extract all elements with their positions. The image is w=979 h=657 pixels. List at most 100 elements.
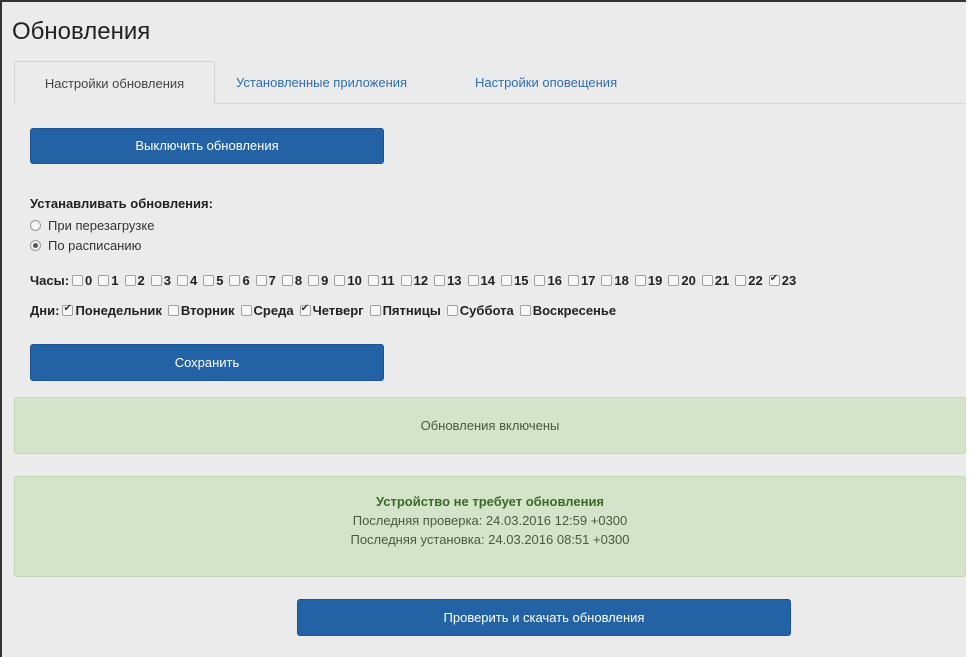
- checkbox[interactable]: [281, 275, 293, 286]
- checkbox[interactable]: [601, 275, 613, 286]
- day-checkbox-item[interactable]: Пятницы: [369, 303, 441, 318]
- checkbox[interactable]: [369, 305, 381, 316]
- day-checkbox-item[interactable]: Суббота: [446, 303, 514, 318]
- checkbox[interactable]: [467, 275, 479, 286]
- hour-checkbox-item[interactable]: 8: [281, 273, 303, 288]
- updates-enabled-alert: Обновления включены: [14, 397, 966, 454]
- checkbox-label: 23: [781, 273, 797, 288]
- checkbox[interactable]: [299, 303, 311, 316]
- checkbox[interactable]: [72, 275, 84, 286]
- hour-checkbox-item[interactable]: 0: [72, 273, 92, 288]
- checkbox-label: 20: [681, 273, 696, 288]
- checkbox[interactable]: [634, 275, 646, 286]
- checkbox[interactable]: [176, 275, 188, 286]
- checkbox-label: 5: [216, 273, 224, 288]
- checkbox-label: 11: [380, 273, 395, 288]
- checkbox-label: 2: [137, 273, 145, 288]
- checkbox-label: 18: [614, 273, 629, 288]
- hour-checkbox-item[interactable]: 9: [308, 273, 328, 288]
- radio-on-reboot[interactable]: При перезагрузке: [30, 218, 154, 233]
- checkbox[interactable]: [150, 275, 162, 286]
- checkbox-label: 16: [547, 273, 562, 288]
- checkbox[interactable]: [203, 275, 215, 286]
- checkbox[interactable]: [434, 275, 446, 286]
- checkbox[interactable]: [768, 273, 780, 286]
- radio-on-schedule[interactable]: По расписанию: [30, 238, 141, 253]
- hour-checkbox-item[interactable]: 17: [567, 273, 596, 288]
- checkbox[interactable]: [367, 275, 379, 286]
- hour-checkbox-item[interactable]: 18: [601, 273, 629, 288]
- checkbox[interactable]: [735, 275, 747, 286]
- days-row: Дни: Понедельник Вторник Среда Четверг Пятни…: [30, 303, 622, 318]
- checkbox-label: 21: [714, 273, 730, 288]
- hour-checkbox-item[interactable]: 1: [98, 273, 119, 288]
- checkbox[interactable]: [124, 275, 136, 286]
- checkbox-label: Среда: [253, 303, 294, 318]
- hour-checkbox-item[interactable]: 7: [255, 273, 276, 288]
- hour-checkbox-item[interactable]: 14: [467, 273, 495, 288]
- hour-checkbox-item[interactable]: 21: [701, 273, 730, 288]
- checkbox-label: 4: [189, 273, 198, 288]
- tab-notification-settings[interactable]: Настройки оповещения: [459, 61, 633, 104]
- checkbox-label: 0: [85, 273, 93, 288]
- checkbox-label: 19: [647, 273, 663, 288]
- hour-checkbox-item[interactable]: 20: [668, 273, 696, 288]
- last-check-text: Последняя проверка: 24.03.2016 12:59 +03…: [352, 513, 628, 528]
- checkbox[interactable]: [519, 305, 531, 316]
- hour-checkbox-item[interactable]: 2: [124, 273, 145, 288]
- hour-checkbox-item[interactable]: 10: [334, 273, 362, 288]
- checkbox-label: Понедельник: [75, 303, 162, 318]
- day-checkbox-item[interactable]: Вторник: [167, 303, 235, 318]
- checkbox[interactable]: [98, 275, 110, 286]
- hour-checkbox-item[interactable]: 22: [735, 273, 763, 288]
- tab-installed-apps[interactable]: Установленные приложения: [220, 61, 423, 104]
- hour-checkbox-item[interactable]: 19: [634, 273, 663, 288]
- tab-bar: Настройки обновления Установленные прило…: [14, 61, 966, 105]
- checkbox-label: 8: [294, 273, 303, 288]
- check-download-updates-button[interactable]: Проверить и скачать обновления: [297, 599, 791, 636]
- hour-checkbox-item[interactable]: 13: [434, 273, 462, 288]
- hour-checkbox-item[interactable]: 11: [367, 273, 395, 288]
- checkbox-label: 17: [580, 273, 596, 288]
- checkbox[interactable]: [668, 275, 680, 286]
- status-title: Устройство не требует обновления: [375, 494, 605, 509]
- checkbox-label: Пятницы: [382, 303, 441, 318]
- day-checkbox-item[interactable]: Среда: [240, 303, 294, 318]
- disable-updates-button[interactable]: Выключить обновления: [30, 128, 384, 164]
- hour-checkbox-item[interactable]: 5: [203, 273, 223, 288]
- checkbox[interactable]: [308, 275, 320, 286]
- day-checkbox-item[interactable]: Четверг: [299, 303, 364, 318]
- checkbox[interactable]: [534, 275, 546, 286]
- hour-checkbox-item[interactable]: 3: [150, 273, 171, 288]
- updates-panel: Обновления Настройки обновления Установл…: [0, 0, 966, 657]
- checkbox[interactable]: [400, 275, 412, 286]
- hour-checkbox-item[interactable]: 16: [534, 273, 562, 288]
- hour-checkbox-item[interactable]: 23: [768, 273, 797, 288]
- checkbox[interactable]: [62, 303, 74, 316]
- radio-label: По расписанию: [48, 238, 142, 253]
- checkbox[interactable]: [567, 275, 579, 286]
- day-checkbox-item[interactable]: Воскресенье: [519, 303, 616, 318]
- install-updates-label: Устанавливать обновления:: [30, 196, 213, 211]
- radio-button[interactable]: [30, 220, 41, 231]
- hour-checkbox-item[interactable]: 15: [501, 273, 528, 288]
- checkbox[interactable]: [446, 305, 458, 316]
- checkbox[interactable]: [501, 275, 512, 286]
- tab-update-settings[interactable]: Настройки обновления: [14, 61, 215, 105]
- day-checkbox-item[interactable]: Понедельник: [62, 303, 162, 318]
- hour-checkbox-item[interactable]: 12: [400, 273, 428, 288]
- checkbox-label: Четверг: [312, 303, 364, 318]
- radio-button[interactable]: [30, 240, 41, 251]
- checkbox[interactable]: [240, 305, 252, 316]
- last-install-text: Последняя установка: 24.03.2016 08:51 +0…: [350, 532, 630, 547]
- checkbox[interactable]: [255, 275, 267, 286]
- checkbox[interactable]: [334, 275, 346, 286]
- hour-checkbox-item[interactable]: 6: [229, 273, 250, 288]
- checkbox[interactable]: [229, 275, 241, 286]
- checkbox[interactable]: [701, 275, 713, 286]
- checkbox[interactable]: [167, 305, 179, 316]
- hour-checkbox-item[interactable]: 4: [176, 273, 198, 288]
- checkbox-label: 14: [480, 273, 495, 288]
- save-button[interactable]: Сохранить: [30, 344, 384, 381]
- checkbox-label: 13: [447, 273, 462, 288]
